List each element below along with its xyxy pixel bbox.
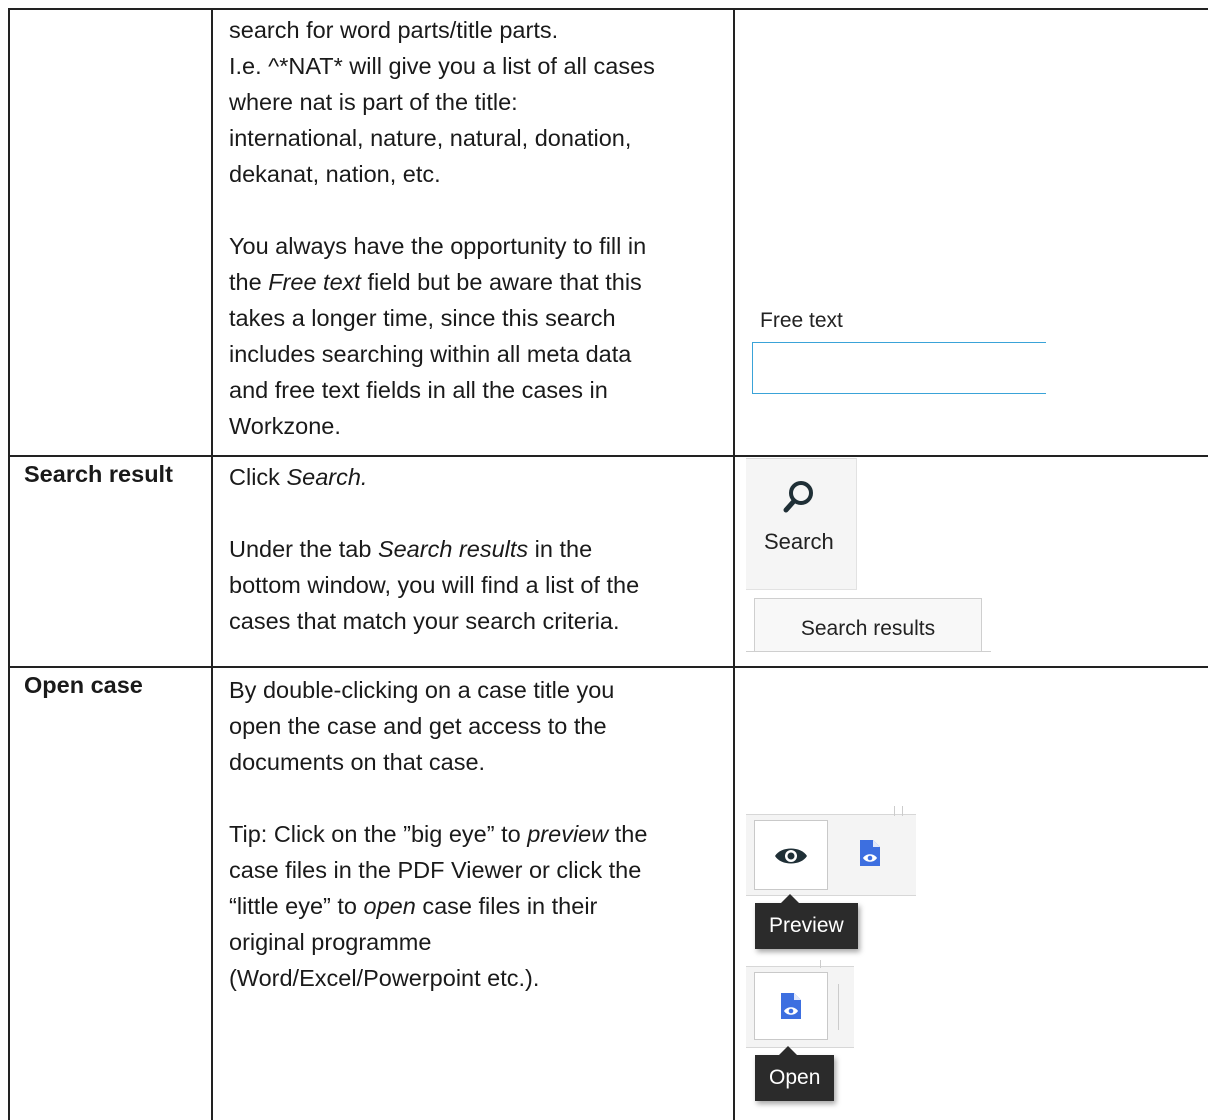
search-button[interactable]: Search [746,458,857,590]
row3-line: documents on that case. [229,749,486,775]
click-search-line: Click Search. [229,464,368,490]
row3-line: By double-clicking on a case title you [229,677,615,703]
document-eye-icon[interactable] [858,838,882,868]
table-left-border [8,8,10,1120]
row1-line: search for word parts/title parts. [229,17,559,43]
toolbar-tick [838,984,839,1030]
row1-line: dekanat, nation, etc. [229,161,441,187]
table-row-divider-1 [8,455,1208,457]
free-text-para-line: the Free text field but be aware that th… [229,269,642,295]
tip-line: (Word/Excel/Powerpoint etc.). [229,965,540,991]
row1-line: where nat is part of the title: [229,89,518,115]
little-eye-button[interactable] [754,972,828,1040]
search-icon [783,481,813,513]
tip-line: Tip: Click on the ”big eye” to preview t… [229,821,648,847]
preview-tooltip-text: Preview [769,914,844,937]
row2-description: Click Search. Under the tab Search resul… [229,459,729,639]
row2-line: bottom window, you will find a list of t… [229,572,640,598]
free-text-para-line: takes a longer time, since this search [229,305,616,331]
free-text-para-line: You always have the opportunity to fill … [229,233,647,259]
free-text-para-line: and free text fields in all the cases in [229,377,608,403]
row2-line: Under the tab Search results in the [229,536,593,562]
document-eye-icon [781,993,801,1019]
free-text-para-line: Workzone. [229,413,341,439]
tip-line: “little eye” to open case files in their [229,893,598,919]
tab-search-results[interactable]: Search results [754,598,982,652]
tip-line: case files in the PDF Viewer or click th… [229,857,642,883]
table-top-border [8,8,1208,10]
tab-baseline [746,651,991,652]
eye-icon [775,848,807,864]
big-eye-button[interactable] [754,820,828,890]
table-row-divider-2 [8,666,1208,668]
tip-line: original programme [229,929,432,955]
search-button-label: Search [764,529,834,554]
free-text-para-line: includes searching within all meta data [229,341,632,367]
open-tooltip-text: Open [769,1066,821,1089]
row1-description: search for word parts/title parts. I.e. … [229,12,729,444]
free-text-input[interactable] [752,342,1046,394]
row2-label: Search result [24,461,173,487]
toolbar-tick [820,960,821,968]
table-col-divider-1 [211,8,213,1120]
toolbar-tick [894,806,895,816]
row3-line: open the case and get access to the [229,713,607,739]
free-text-label: Free text [760,309,843,332]
open-tooltip: Open [755,1046,835,1101]
toolbar-tick [902,806,903,816]
row1-line: international, nature, natural, donation… [229,125,632,151]
row1-line: I.e. ^*NAT* will give you a list of all … [229,53,655,79]
row3-label: Open case [24,672,143,698]
preview-tooltip: Preview [755,894,858,949]
row2-line: cases that match your search criteria. [229,608,620,634]
row3-description: By double-clicking on a case title you o… [229,672,729,996]
table-col-divider-2 [733,8,735,1120]
